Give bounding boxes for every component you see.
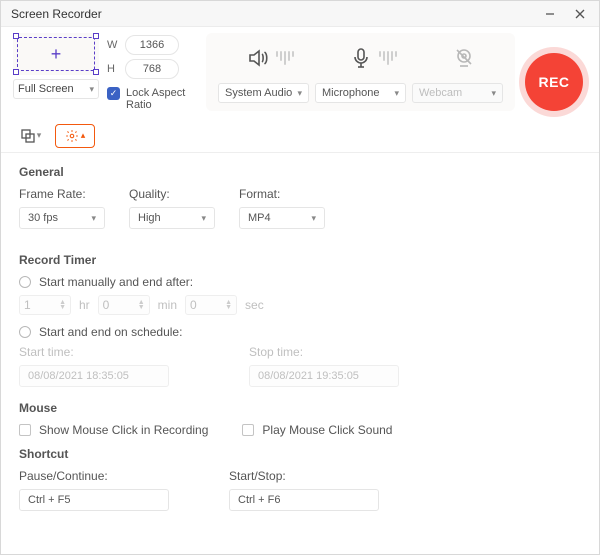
section-mouse: Mouse <box>19 401 583 415</box>
show-mouse-click-checkbox[interactable]: Show Mouse Click in Recording <box>19 423 208 437</box>
duration-group: 1▲▼ hr 0▲▼ min 0▲▼ sec <box>19 295 583 315</box>
stop-time-input[interactable]: 08/08/2021 19:35:05 <box>249 365 399 387</box>
close-button[interactable] <box>567 4 593 24</box>
section-shortcut: Shortcut <box>19 447 583 461</box>
duration-sec-input[interactable]: 0▲▼ <box>185 295 237 315</box>
sources-panel: System Audio ▾ Microphone ▾ Webcam ▾ <box>206 33 515 111</box>
hr-unit: hr <box>79 298 90 312</box>
frame-rate-label: Frame Rate: <box>19 187 105 201</box>
pause-shortcut-label: Pause/Continue: <box>19 469 169 483</box>
timer-end-after-label: Start manually and end after: <box>39 275 193 289</box>
show-mouse-click-label: Show Mouse Click in Recording <box>39 423 208 437</box>
microphone-value: Microphone <box>322 87 379 99</box>
play-click-sound-label: Play Mouse Click Sound <box>262 423 392 437</box>
start-time-label: Start time: <box>19 345 169 359</box>
frame-rate-select[interactable]: 30 fps ▾ <box>19 207 105 229</box>
height-label: H <box>107 63 119 75</box>
section-general: General <box>19 165 583 179</box>
microphone-icon[interactable] <box>349 46 397 70</box>
timer-schedule-label: Start and end on schedule: <box>39 325 182 339</box>
width-input[interactable]: 1366 <box>125 35 179 55</box>
stop-time-label: Stop time: <box>249 345 399 359</box>
play-click-sound-checkbox[interactable]: Play Mouse Click Sound <box>242 423 392 437</box>
chevron-down-icon: ▾ <box>201 213 206 224</box>
webcam-select[interactable]: Webcam ▾ <box>412 83 503 103</box>
record-button[interactable]: REC <box>525 53 583 111</box>
title-bar: Screen Recorder <box>1 1 599 27</box>
lock-aspect-checkbox[interactable]: ✓ Lock Aspect Ratio <box>107 87 196 111</box>
system-audio-select[interactable]: System Audio ▾ <box>218 83 309 103</box>
checkbox-icon <box>242 424 254 436</box>
timer-end-after-option[interactable]: Start manually and end after: <box>19 275 583 289</box>
system-audio-value: System Audio <box>225 87 292 99</box>
settings-panel: General Frame Rate: 30 fps ▾ Quality: Hi… <box>1 153 599 554</box>
radio-icon <box>19 276 31 288</box>
minimize-button[interactable] <box>537 4 563 24</box>
section-timer: Record Timer <box>19 253 583 267</box>
window-controls <box>537 4 593 24</box>
chevron-down-icon: ▾ <box>91 213 96 224</box>
capture-region-button[interactable]: + <box>13 33 99 75</box>
toolbar: ▾ ▴ <box>1 119 599 153</box>
duration-min-input[interactable]: 0▲▼ <box>98 295 150 315</box>
webcam-icon[interactable] <box>452 46 476 70</box>
system-audio-icon[interactable] <box>246 46 294 70</box>
start-time-input[interactable]: 08/08/2021 18:35:05 <box>19 365 169 387</box>
window-title: Screen Recorder <box>11 7 102 21</box>
chevron-down-icon: ▾ <box>491 88 496 99</box>
min-unit: min <box>158 298 177 312</box>
microphone-select[interactable]: Microphone ▾ <box>315 83 406 103</box>
timer-schedule-option[interactable]: Start and end on schedule: <box>19 325 583 339</box>
chevron-up-icon: ▴ <box>81 130 86 141</box>
chevron-down-icon: ▾ <box>311 213 316 224</box>
width-label: W <box>107 39 119 51</box>
format-label: Format: <box>239 187 325 201</box>
format-value: MP4 <box>248 212 271 224</box>
capture-mode-select[interactable]: Full Screen ▾ <box>13 79 99 99</box>
frame-rate-value: 30 fps <box>28 212 58 224</box>
settings-button[interactable]: ▴ <box>55 124 95 148</box>
record-label: REC <box>538 74 569 90</box>
capture-mode-value: Full Screen <box>18 83 74 95</box>
layout-button[interactable]: ▾ <box>15 124 47 148</box>
chevron-down-icon: ▾ <box>297 88 302 99</box>
lock-aspect-label: Lock Aspect Ratio <box>126 87 196 111</box>
capture-strip: + Full Screen ▾ W 1366 H 768 ✓ Lock Aspe… <box>1 27 599 121</box>
chevron-down-icon: ▾ <box>37 130 42 141</box>
chevron-down-icon: ▾ <box>89 84 94 95</box>
format-select[interactable]: MP4 ▾ <box>239 207 325 229</box>
sec-unit: sec <box>245 298 264 312</box>
start-shortcut-label: Start/Stop: <box>229 469 379 483</box>
height-input[interactable]: 768 <box>125 59 179 79</box>
screen-area-group: + Full Screen ▾ <box>13 33 99 99</box>
chevron-down-icon: ▾ <box>394 88 399 99</box>
check-icon: ✓ <box>107 87 120 100</box>
quality-select[interactable]: High ▾ <box>129 207 215 229</box>
pause-shortcut-input[interactable]: Ctrl + F5 <box>19 489 169 511</box>
quality-value: High <box>138 212 161 224</box>
checkbox-icon <box>19 424 31 436</box>
radio-icon <box>19 326 31 338</box>
quality-label: Quality: <box>129 187 215 201</box>
start-shortcut-input[interactable]: Ctrl + F6 <box>229 489 379 511</box>
webcam-value: Webcam <box>419 87 462 99</box>
dimensions-group: W 1366 H 768 ✓ Lock Aspect Ratio <box>107 33 196 111</box>
duration-hr-input[interactable]: 1▲▼ <box>19 295 71 315</box>
